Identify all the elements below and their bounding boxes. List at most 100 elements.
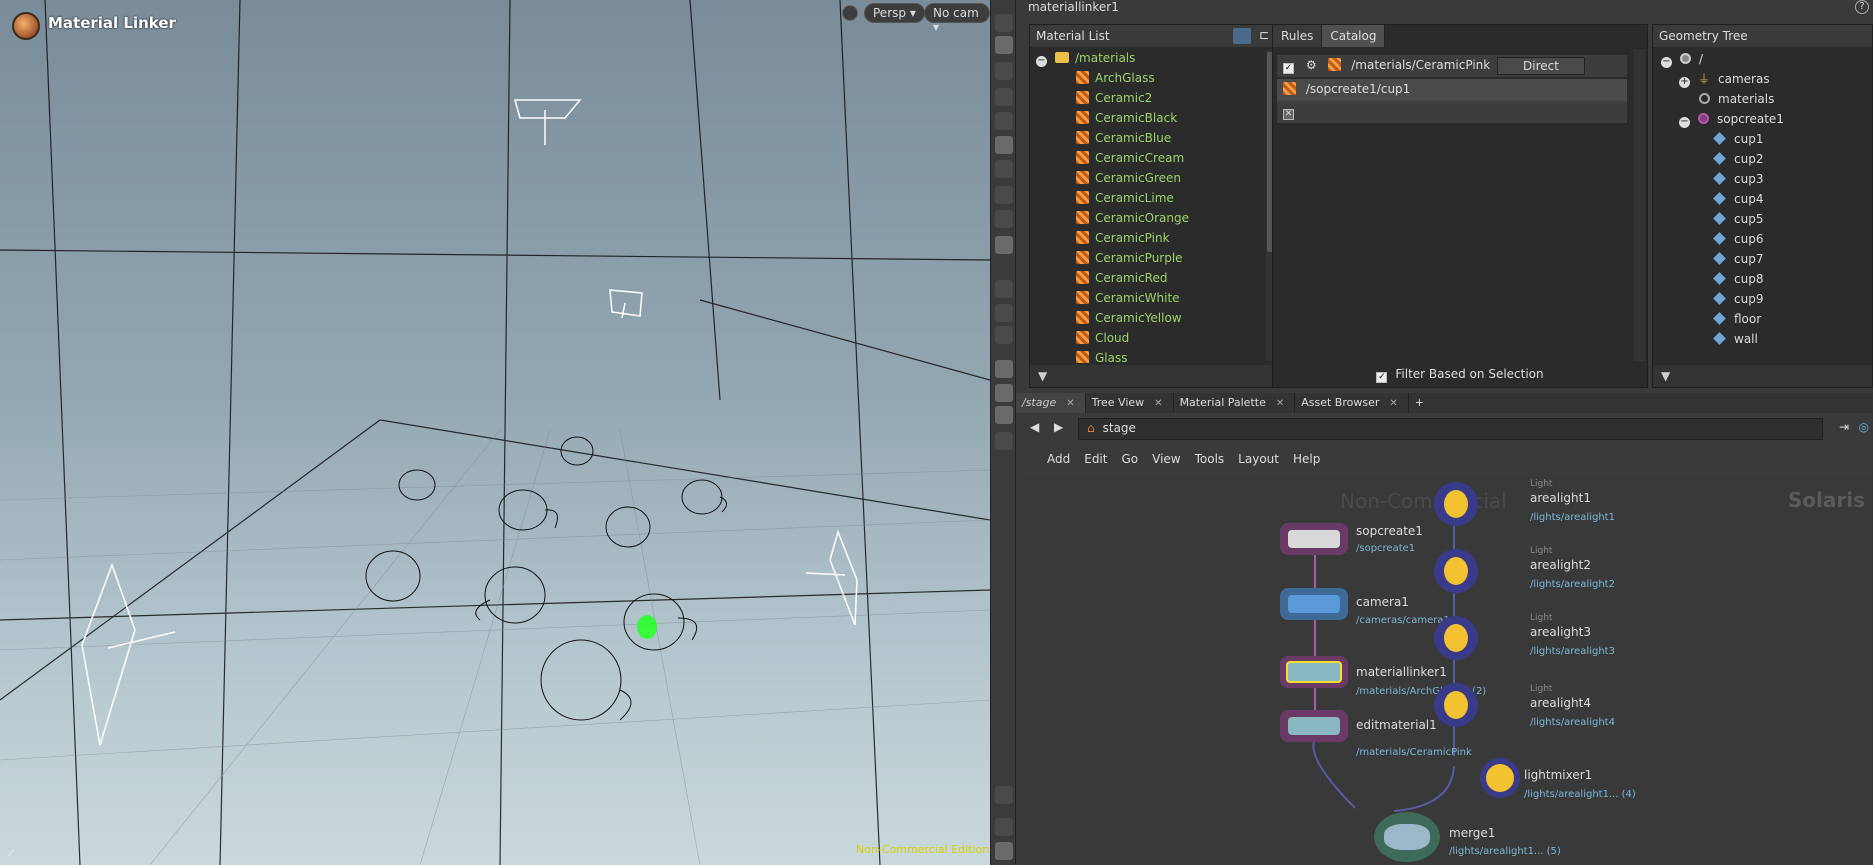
rule-row-material[interactable]: ✓ ⚙ /materials/CeramicPink Direct	[1277, 55, 1627, 77]
visibility-icon[interactable]	[995, 406, 1013, 424]
render-region-icon[interactable]	[995, 236, 1013, 254]
material-item[interactable]: Glass	[1034, 348, 1263, 363]
arealight3-node[interactable]	[1434, 616, 1478, 660]
arealight1-node[interactable]	[1434, 482, 1478, 526]
material-item[interactable]: CeramicOrange	[1034, 208, 1263, 228]
geo-child-row[interactable]: cup2	[1713, 149, 1763, 169]
geo-child-row[interactable]: cup5	[1713, 209, 1763, 229]
menu-layout[interactable]: Layout	[1231, 446, 1286, 474]
add-tab-icon[interactable]: +	[1409, 393, 1434, 413]
geo-child-row[interactable]: cup4	[1713, 189, 1763, 209]
material-tree[interactable]: − /materials ArchGlass Ceramic2 CeramicBl…	[1034, 48, 1263, 363]
tree-view-toggle-icon[interactable]	[1233, 28, 1251, 44]
back-arrow-icon[interactable]: ◀	[1030, 420, 1039, 434]
pin-icon[interactable]: ⇥	[1839, 420, 1849, 434]
light-icon[interactable]	[995, 136, 1013, 154]
network-path-field[interactable]: ⌂ stage	[1078, 418, 1823, 440]
rule-mode-dropdown[interactable]: Direct	[1497, 57, 1585, 75]
close-icon[interactable]: ✕	[1066, 398, 1074, 409]
material-item[interactable]: CeramicGreen	[1034, 168, 1263, 188]
camera1-node[interactable]	[1280, 588, 1348, 620]
materiallinker1-node[interactable]	[1280, 656, 1348, 688]
material-item[interactable]: CeramicBlack	[1034, 108, 1263, 128]
collapse-icon[interactable]: −	[1679, 117, 1690, 128]
rule-expand-icon[interactable]: ⚙	[1306, 58, 1317, 72]
geo-child-row[interactable]: cup3	[1713, 169, 1763, 189]
arealight2-node[interactable]	[1434, 549, 1478, 593]
tab-asset-browser[interactable]: Asset Browser ✕	[1295, 393, 1409, 413]
lock-icon[interactable]	[995, 62, 1013, 80]
lightmixer1-node[interactable]	[1480, 758, 1520, 798]
material-item[interactable]: CeramicPurple	[1034, 248, 1263, 268]
grid-icon[interactable]	[995, 384, 1013, 402]
expand-icon[interactable]: +	[1679, 77, 1690, 88]
editmaterial1-node[interactable]	[1280, 710, 1348, 742]
geo-root-row[interactable]: − /	[1661, 49, 1703, 69]
info-icon[interactable]	[995, 818, 1013, 836]
menu-add[interactable]: Add	[1040, 446, 1077, 474]
material-item[interactable]: CeramicYellow	[1034, 308, 1263, 328]
geo-child-row[interactable]: cup9	[1713, 289, 1763, 309]
handle-icon[interactable]	[995, 360, 1013, 378]
geo-child-row[interactable]: cup6	[1713, 229, 1763, 249]
material-item[interactable]: CeramicBlue	[1034, 128, 1263, 148]
collapse-icon[interactable]: −	[1036, 56, 1047, 67]
menu-go[interactable]: Go	[1114, 446, 1145, 474]
scene-viewport[interactable]: Material Linker Persp ▾ No cam ▾ ⟋ Non-C…	[0, 0, 990, 865]
close-icon[interactable]: ✕	[1276, 398, 1284, 409]
geo-child-row[interactable]: floor	[1713, 309, 1761, 329]
camera-tool-icon[interactable]	[995, 280, 1013, 298]
camera-lock-icon[interactable]	[842, 5, 858, 21]
ghost-icon[interactable]	[995, 432, 1013, 450]
collapse-icon[interactable]: −	[1661, 57, 1672, 68]
menu-view[interactable]: View	[1145, 446, 1187, 474]
filter-icon[interactable]: ▼	[1038, 369, 1052, 383]
help-icon[interactable]: ?	[1855, 0, 1869, 14]
geo-child-row[interactable]: wall	[1713, 329, 1758, 349]
material-item[interactable]: Ceramic2	[1034, 88, 1263, 108]
persp-menu-button[interactable]: Persp ▾	[864, 3, 925, 23]
skull-icon[interactable]	[995, 210, 1013, 228]
menu-edit[interactable]: Edit	[1077, 446, 1114, 474]
pause-icon[interactable]	[995, 304, 1013, 322]
snap-icon[interactable]	[995, 88, 1013, 106]
geo-child-row[interactable]: cup1	[1713, 129, 1763, 149]
bulb-icon[interactable]	[995, 186, 1013, 204]
tab-tree-view[interactable]: Tree View ✕	[1086, 393, 1174, 413]
close-icon[interactable]: ✕	[1154, 398, 1162, 409]
filter-selection-checkbox[interactable]: ✓	[1376, 372, 1388, 383]
link-icon[interactable]: ◎	[1859, 420, 1869, 434]
tab-rules[interactable]: Rules	[1273, 25, 1323, 47]
rule-enable-checkbox[interactable]: ✓	[1283, 63, 1294, 74]
rule-row-geo[interactable]: /sopcreate1/cup1	[1277, 79, 1627, 101]
material-item[interactable]: ArchGlass	[1034, 68, 1263, 88]
material-item[interactable]: CeramicWhite	[1034, 288, 1263, 308]
camera-menu-button[interactable]: No cam ▾	[924, 3, 990, 34]
tab-stage[interactable]: /stage ✕	[1016, 393, 1086, 413]
material-item[interactable]: Cloud	[1034, 328, 1263, 348]
network-editor[interactable]: Non-Commercial Solaris sopcreate1 /sopcr…	[1022, 476, 1873, 865]
selection-mode-icon[interactable]	[995, 36, 1013, 54]
material-item[interactable]: CeramicPink	[1034, 228, 1263, 248]
material-item[interactable]: CeramicCream	[1034, 148, 1263, 168]
material-item[interactable]: CeramicRed	[1034, 268, 1263, 288]
materials-folder-row[interactable]: − /materials	[1034, 48, 1263, 68]
forward-arrow-icon[interactable]: ▶	[1054, 420, 1063, 434]
arealight4-node[interactable]	[1434, 683, 1478, 727]
filter-icon[interactable]: ▼	[1661, 369, 1675, 383]
sopcreate1-node[interactable]	[1280, 523, 1348, 555]
headlight-icon[interactable]	[995, 160, 1013, 178]
eye-icon[interactable]	[995, 786, 1013, 804]
rules-scrollbar[interactable]	[1634, 49, 1645, 361]
display-options-icon[interactable]	[995, 14, 1013, 32]
material-item[interactable]: CeramicLime	[1034, 188, 1263, 208]
rule-row-empty[interactable]: ✕	[1277, 101, 1627, 123]
geo-materials-row[interactable]: materials	[1699, 89, 1774, 109]
geo-child-row[interactable]: cup8	[1713, 269, 1763, 289]
geo-child-row[interactable]: cup7	[1713, 249, 1763, 269]
close-icon[interactable]: ✕	[1389, 398, 1397, 409]
geo-cameras-row[interactable]: + ⏚ cameras	[1679, 69, 1770, 89]
remove-rule-icon[interactable]: ✕	[1283, 109, 1294, 120]
merge1-node[interactable]	[1374, 812, 1440, 862]
tab-material-palette[interactable]: Material Palette ✕	[1174, 393, 1296, 413]
